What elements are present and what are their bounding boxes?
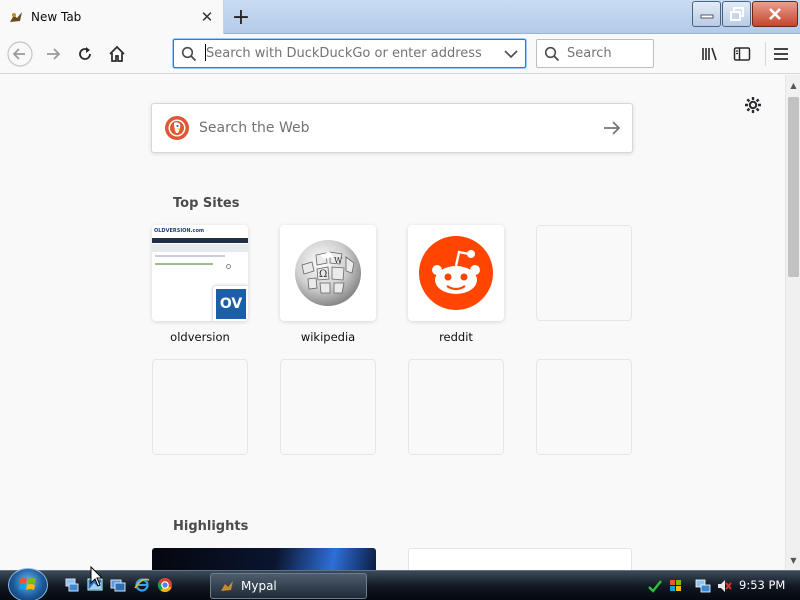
restore-button[interactable] <box>722 1 751 27</box>
mypal-icon <box>219 578 235 594</box>
oldversion-thumbnail-text: OLDVERSION.com <box>154 228 205 234</box>
oldversion-badge: OV <box>213 286 248 321</box>
top-site-tile-oldversion[interactable]: OLDVERSION.com OV <box>152 225 248 321</box>
search-bar[interactable] <box>536 39 654 68</box>
browser-logo-icon <box>8 9 24 25</box>
sidebar-toggle-button[interactable] <box>727 39 757 69</box>
wikipedia-globe-icon: Ω W <box>295 240 361 306</box>
scrollbar-thumb[interactable] <box>788 97 799 277</box>
navigation-toolbar <box>0 34 800 74</box>
chevron-down-icon[interactable] <box>497 49 525 59</box>
search-icon <box>174 46 204 62</box>
web-search-box[interactable] <box>151 103 633 153</box>
duckduckgo-logo-icon <box>165 116 189 140</box>
top-site-tile-wikipedia[interactable]: Ω W <box>280 225 376 321</box>
reload-button[interactable] <box>70 39 100 69</box>
scroll-down-icon[interactable]: ▼ <box>786 553 800 568</box>
mouse-cursor-icon <box>90 566 104 587</box>
tab-strip: New Tab ✕ + <box>0 0 800 34</box>
window-controls <box>691 1 798 27</box>
top-sites-heading: Top Sites <box>173 196 240 211</box>
top-site-tile-empty[interactable] <box>280 359 376 455</box>
highlight-card[interactable] <box>152 548 376 570</box>
close-window-button[interactable] <box>752 1 798 27</box>
windows-logo-icon <box>19 578 36 590</box>
tab-new-tab[interactable]: New Tab ✕ <box>0 0 224 34</box>
start-button[interactable] <box>8 568 48 600</box>
thumbnail-spinner <box>226 264 231 269</box>
new-tab-page: Top Sites OLDVERSION.com OV oldversion Ω… <box>0 75 785 570</box>
chrome-icon[interactable] <box>156 576 174 594</box>
taskbar: Mypal 9:53 PM <box>0 568 800 600</box>
menu-button[interactable] <box>766 39 796 69</box>
top-site-tile-empty[interactable] <box>536 225 632 321</box>
network-icon[interactable] <box>63 576 81 594</box>
arrow-right-icon[interactable] <box>592 108 632 148</box>
scroll-up-icon[interactable]: ▲ <box>786 78 800 93</box>
search-bar-input[interactable] <box>567 46 653 61</box>
text-caret <box>205 44 206 61</box>
system-clock: 9:53 PM <box>739 578 786 592</box>
search-icon <box>537 46 567 62</box>
taskbar-button-mypal[interactable]: Mypal <box>210 573 367 599</box>
network-status-icon[interactable] <box>694 577 712 595</box>
close-tab-icon[interactable]: ✕ <box>197 7 217 27</box>
library-button[interactable] <box>695 39 725 69</box>
reddit-logo-icon <box>419 236 493 310</box>
thumbnail-line <box>155 255 225 257</box>
search-web-input[interactable] <box>199 120 592 136</box>
taskbar-button-label: Mypal <box>241 579 277 593</box>
home-button[interactable] <box>102 39 132 69</box>
back-button[interactable] <box>5 39 35 69</box>
minimize-button[interactable] <box>692 1 721 27</box>
switch-windows-icon[interactable] <box>109 576 127 594</box>
volume-muted-icon[interactable] <box>715 577 733 595</box>
vertical-scrollbar[interactable]: ▲ ▼ <box>785 75 800 570</box>
tab-title: New Tab <box>31 10 82 24</box>
security-check-icon[interactable] <box>646 577 664 595</box>
svg-text:Ω: Ω <box>319 269 327 280</box>
top-site-tile-empty[interactable] <box>152 359 248 455</box>
top-site-tile-reddit[interactable] <box>408 225 504 321</box>
oldversion-badge-text: OV <box>216 289 246 319</box>
url-input[interactable] <box>204 46 497 61</box>
top-site-label: oldversion <box>170 330 230 344</box>
new-tab-button[interactable]: + <box>228 4 254 30</box>
top-site-tile-empty[interactable] <box>408 359 504 455</box>
highlight-card[interactable] <box>408 548 632 570</box>
forward-button[interactable] <box>38 39 68 69</box>
internet-explorer-icon[interactable] <box>133 576 151 594</box>
thumbnail-line <box>155 263 213 265</box>
highlights-heading: Highlights <box>173 519 249 534</box>
svg-text:W: W <box>334 256 343 265</box>
thumbnail-band <box>152 244 248 252</box>
top-site-label: reddit <box>439 330 473 344</box>
windows-flag-icon[interactable] <box>667 577 685 595</box>
thumbnail-nav-strip <box>152 238 248 243</box>
system-tray <box>646 571 736 600</box>
top-site-tile-empty[interactable] <box>536 359 632 455</box>
gear-icon[interactable] <box>742 94 764 116</box>
top-site-label: wikipedia <box>300 330 356 344</box>
url-bar[interactable] <box>173 39 526 68</box>
